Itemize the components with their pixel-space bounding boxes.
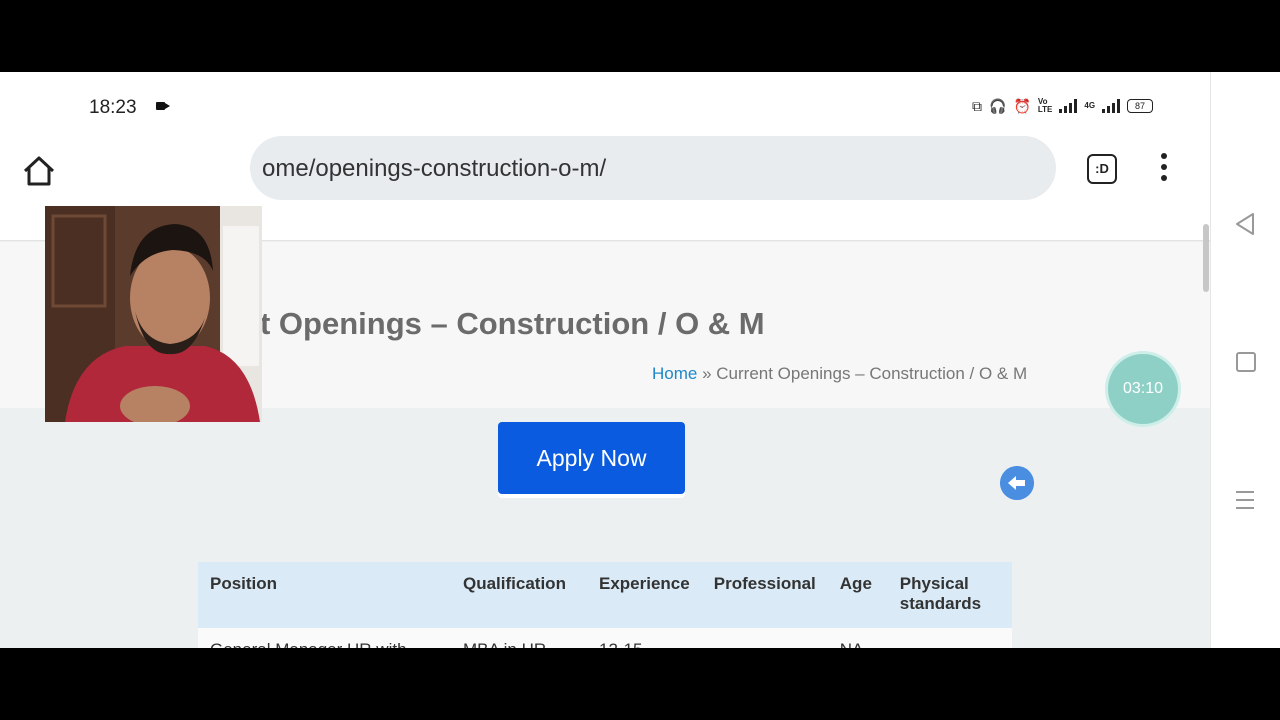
screen-record-icon <box>156 102 170 110</box>
url-text[interactable]: ome/openings-construction-o-m/ <box>262 155 606 183</box>
breadcrumb-separator: » <box>697 364 717 383</box>
col-age: Age <box>827 562 888 628</box>
page-scrollbar[interactable] <box>1203 224 1209 292</box>
apply-now-button[interactable]: Apply Now <box>498 422 685 494</box>
browser-address-bar: ome/openings-construction-o-m/ :D <box>0 136 1210 214</box>
col-position: Position <box>198 562 451 628</box>
more-menu-icon[interactable] <box>1159 153 1169 183</box>
nav-back-icon[interactable] <box>1234 212 1256 236</box>
phone-screen: 18:23 ⧉ 🎧 ⏰ Vo LTE 4G 87 ome/openings-con… <box>0 72 1280 648</box>
col-professional: Professional <box>701 562 828 628</box>
cell-qualification: MBA in HR <box>451 628 587 648</box>
table-row: General Manager HR with MBA in HR 12-15 … <box>198 628 1012 648</box>
nav-recents-icon[interactable] <box>1236 352 1256 372</box>
status-bar: 18:23 ⧉ 🎧 ⏰ Vo LTE 4G 87 <box>0 72 1210 136</box>
openings-table: Position Qualification Experience Profes… <box>198 562 1012 648</box>
cell-position: General Manager HR with <box>198 628 451 648</box>
network-type: 4G <box>1084 101 1096 110</box>
battery-icon: 87 <box>1127 99 1154 113</box>
cast-icon: ⧉ <box>972 98 982 114</box>
breadcrumb: Home » Current Openings – Construction /… <box>652 364 1027 384</box>
col-qualification: Qualification <box>451 562 587 628</box>
clock: 18:23 <box>89 97 137 118</box>
tabs-button[interactable]: :D <box>1087 154 1117 184</box>
nav-menu-icon[interactable] <box>1236 491 1254 515</box>
signal-icon <box>1059 99 1078 113</box>
headphones-icon: 🎧 <box>989 98 1007 114</box>
cell-physical <box>887 628 1012 648</box>
table-header-row: Position Qualification Experience Profes… <box>198 562 1012 628</box>
col-experience: Experience <box>587 562 702 628</box>
page-title: t Openings – Construction / O & M <box>260 306 765 341</box>
col-physical-standards: Physical standards <box>887 562 1012 628</box>
breadcrumb-home-link[interactable]: Home <box>652 364 697 383</box>
home-icon[interactable] <box>22 154 56 188</box>
volte-icon: Vo LTE <box>1037 97 1053 114</box>
status-icons: ⧉ 🎧 ⏰ Vo LTE 4G 87 <box>972 97 1154 114</box>
timer-badge[interactable]: 03:10 <box>1108 354 1178 424</box>
cell-age: NA <box>827 628 888 648</box>
signal-icon-2 <box>1102 99 1121 113</box>
back-arrow-icon[interactable] <box>1000 466 1034 500</box>
alarm-icon: ⏰ <box>1013 98 1031 114</box>
breadcrumb-current: Current Openings – Construction / O & M <box>716 364 1028 383</box>
cell-experience: 12-15 <box>587 628 702 648</box>
webcam-overlay <box>45 206 262 422</box>
cell-professional <box>701 628 828 648</box>
